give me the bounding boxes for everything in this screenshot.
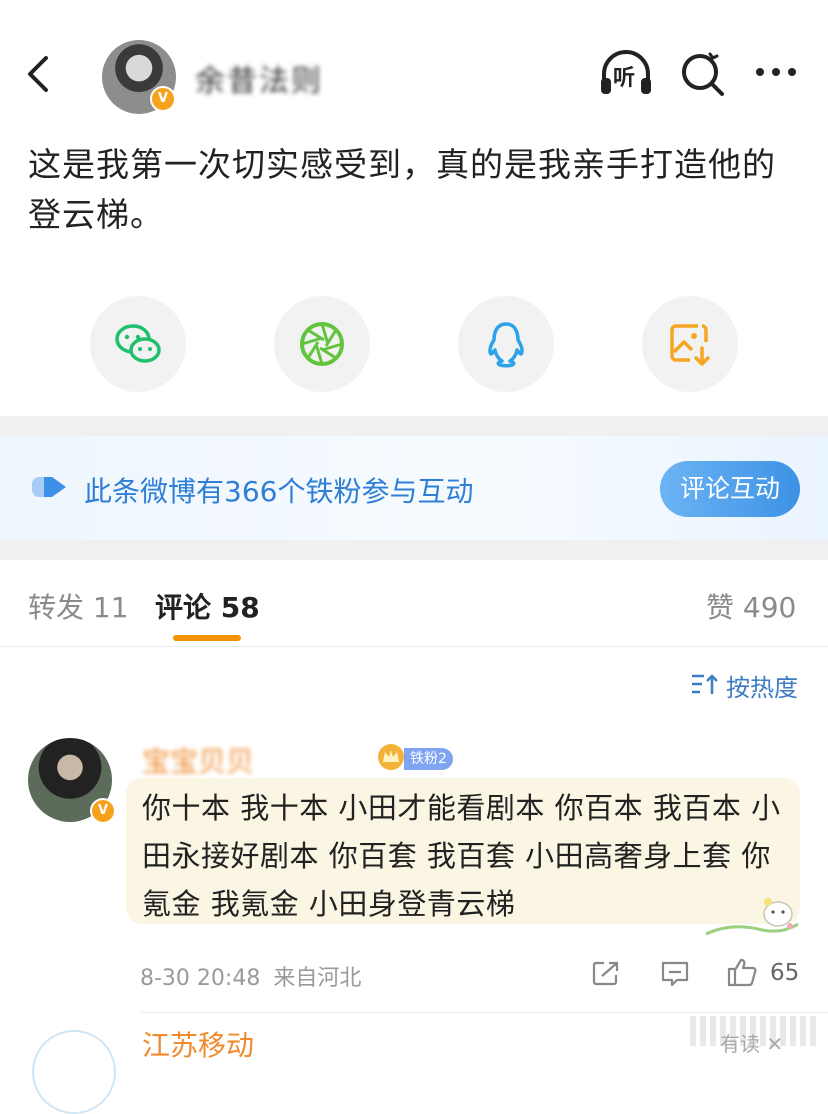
author-avatar[interactable]: V	[102, 40, 176, 114]
like-count: 65	[770, 960, 800, 986]
search-button[interactable]	[680, 48, 726, 102]
crown-icon	[376, 742, 406, 772]
moments-icon	[300, 322, 344, 366]
share-qq-button[interactable]	[458, 296, 554, 392]
comment-meta: 8-30 20:48 来自河北	[140, 960, 361, 992]
banner-text: 此条微博有366个铁粉参与互动	[84, 475, 474, 508]
section-divider	[0, 416, 828, 436]
share-icon	[592, 961, 619, 986]
tab-repost[interactable]: 转发 11	[28, 586, 129, 626]
share-wechat-button[interactable]	[90, 296, 186, 392]
post-body: 这是我第一次切实感受到，真的是我亲手打造他的登云梯。	[28, 145, 776, 234]
comment-icon	[661, 961, 689, 987]
fan-icon	[30, 474, 68, 504]
listen-button[interactable]: 听	[598, 48, 654, 102]
fan-badge: 铁粉2	[404, 748, 453, 770]
repost-comment-button[interactable]	[592, 960, 620, 990]
commenter-avatar[interactable]	[32, 1030, 116, 1114]
back-button[interactable]	[20, 52, 60, 96]
sort-label: 按热度	[726, 674, 798, 702]
save-image-button[interactable]	[642, 296, 738, 392]
wechat-icon	[115, 324, 161, 363]
tab-likes[interactable]: 赞 490	[706, 586, 796, 626]
more-icon	[756, 68, 796, 76]
bubble-decoration-icon	[702, 894, 800, 942]
verified-badge: V	[90, 798, 116, 824]
search-icon	[682, 52, 724, 96]
fold-label[interactable]: 有读 ✕	[720, 1028, 783, 1057]
verified-badge: V	[150, 86, 176, 112]
commenter-name[interactable]: 江苏移动	[142, 1024, 254, 1064]
commenter-name[interactable]: 宝宝贝贝	[142, 740, 254, 780]
save-image-icon	[670, 324, 710, 366]
tab-comments[interactable]: 评论 58	[155, 586, 260, 626]
qq-icon	[488, 322, 524, 368]
reply-comment-button[interactable]	[660, 960, 690, 992]
more-button[interactable]	[752, 60, 800, 88]
comment-text: 你十本 我十本 小田才能看剧本 你百本 我百本 小田永接好剧本 你百套 我百套 …	[142, 791, 781, 921]
like-comment-button[interactable]	[726, 956, 758, 992]
comment-interact-button[interactable]: 评论互动	[660, 461, 800, 517]
author-name[interactable]: 余昔法则	[195, 56, 323, 100]
comment-divider	[140, 1012, 828, 1013]
comment-source: 来自河北	[273, 966, 362, 991]
active-tab-indicator	[173, 635, 241, 641]
share-moments-button[interactable]	[274, 296, 370, 392]
tabs-divider	[0, 646, 828, 647]
thumbs-up-icon	[727, 958, 757, 987]
listen-label: 听	[613, 66, 636, 91]
section-divider	[0, 540, 828, 560]
chevron-left-icon	[28, 56, 48, 92]
sort-icon	[692, 674, 718, 694]
comment-time: 8-30 20:48	[140, 966, 261, 991]
